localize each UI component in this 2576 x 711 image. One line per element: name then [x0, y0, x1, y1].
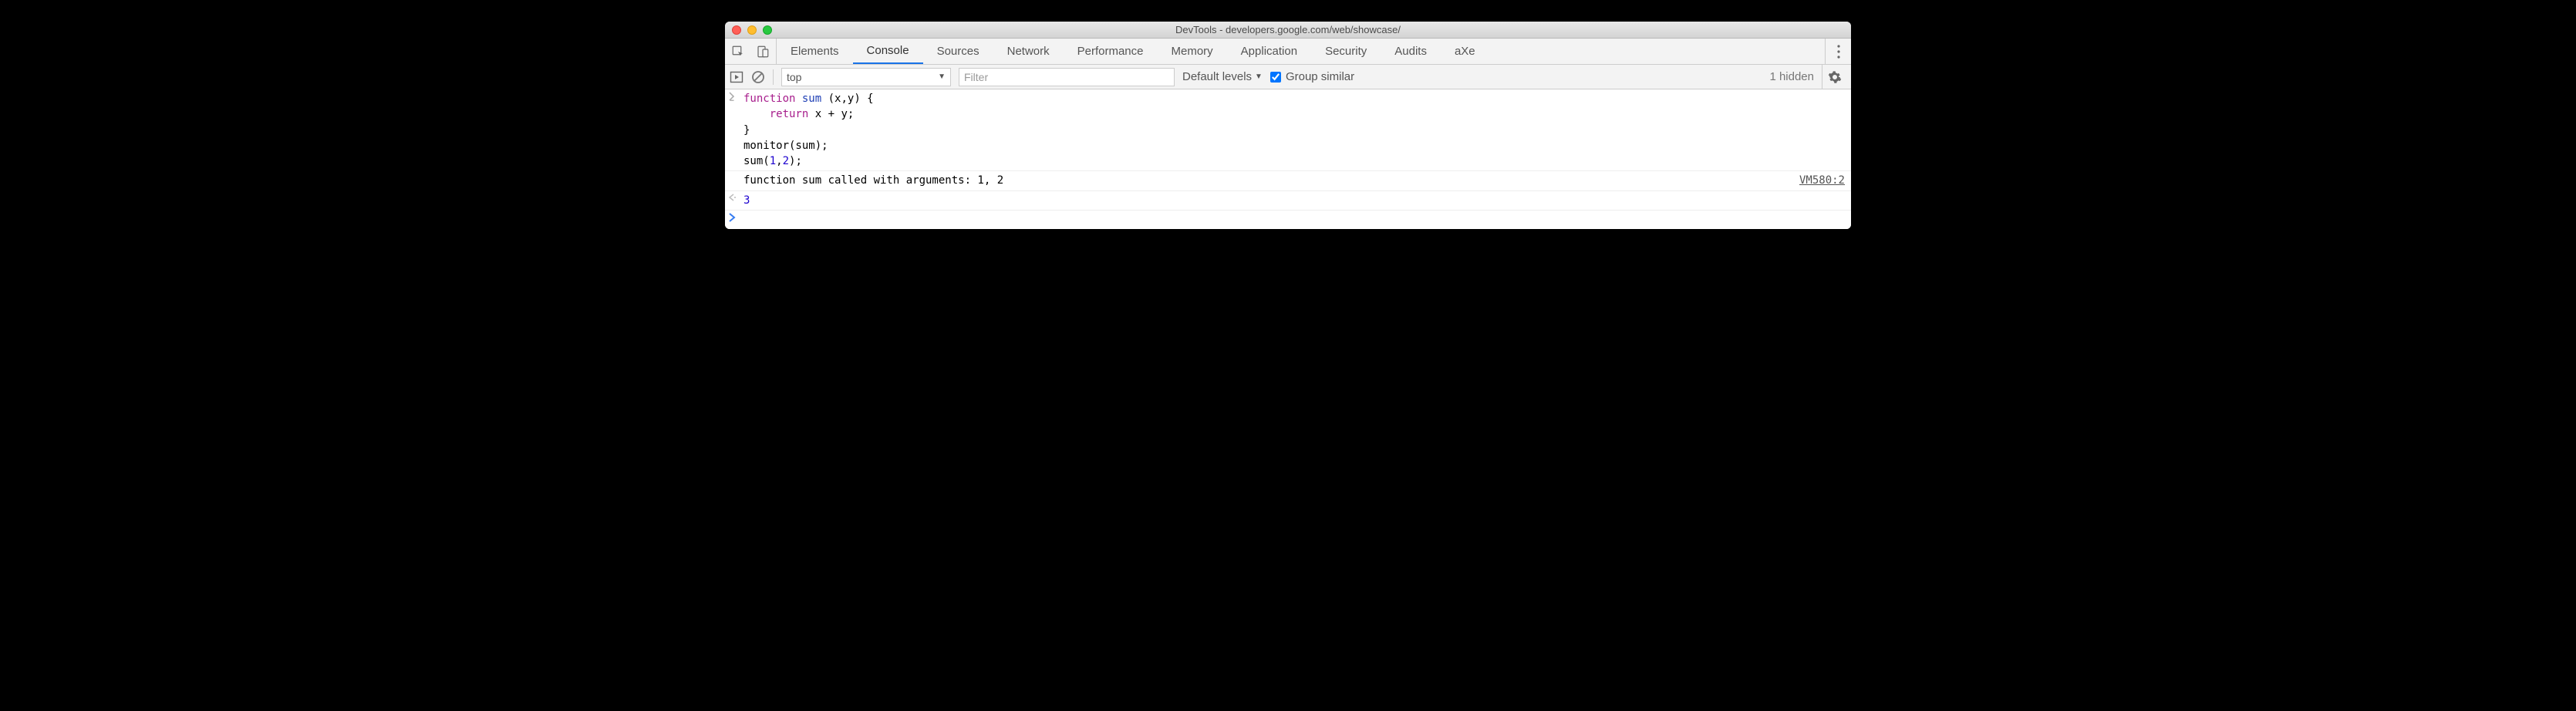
- group-similar-input[interactable]: [1270, 72, 1281, 83]
- log-source-link[interactable]: VM580:2: [1799, 174, 1845, 187]
- panel-tabs: ElementsConsoleSourcesNetworkPerformance…: [725, 39, 1851, 65]
- tab-elements[interactable]: Elements: [777, 39, 853, 64]
- kebab-menu-icon[interactable]: [1825, 39, 1851, 64]
- console-return-row: 3: [725, 191, 1851, 211]
- inspect-icon[interactable]: [731, 45, 745, 59]
- return-value: 3: [743, 193, 1845, 208]
- context-selector[interactable]: top ▼: [781, 68, 951, 86]
- devtools-window: DevTools - developers.google.com/web/sho…: [725, 22, 1851, 229]
- input-marker-icon: [728, 91, 743, 169]
- separator: [773, 69, 774, 85]
- tab-sources[interactable]: Sources: [923, 39, 993, 64]
- return-marker-icon: [728, 193, 743, 208]
- window-title: DevTools - developers.google.com/web/sho…: [725, 24, 1851, 35]
- console-input-row: function sum (x,y) { return x + y; } mon…: [725, 89, 1851, 171]
- tab-security[interactable]: Security: [1311, 39, 1381, 64]
- chevron-down-icon: ▼: [1255, 72, 1263, 81]
- tab-list: ElementsConsoleSourcesNetworkPerformance…: [777, 39, 1489, 64]
- levels-label: Default levels: [1182, 70, 1252, 83]
- group-similar-checkbox[interactable]: Group similar: [1270, 70, 1354, 83]
- settings-gear-icon[interactable]: [1822, 65, 1846, 89]
- tab-axe[interactable]: aXe: [1441, 39, 1489, 64]
- context-value: top: [787, 71, 801, 83]
- device-toggle-icon[interactable]: [756, 45, 770, 59]
- console-body: function sum (x,y) { return x + y; } mon…: [725, 89, 1851, 229]
- log-levels-selector[interactable]: Default levels ▼: [1182, 70, 1263, 83]
- clear-console-icon[interactable]: [751, 70, 765, 84]
- titlebar: DevTools - developers.google.com/web/sho…: [725, 22, 1851, 39]
- prompt-caret-icon: [728, 212, 743, 227]
- console-prompt-row[interactable]: [725, 211, 1851, 229]
- tab-performance[interactable]: Performance: [1064, 39, 1158, 64]
- filter-input[interactable]: [959, 68, 1175, 86]
- log-gutter: [728, 173, 743, 188]
- execution-play-icon[interactable]: [730, 70, 743, 84]
- console-input-code: function sum (x,y) { return x + y; } mon…: [743, 91, 1845, 169]
- group-similar-label: Group similar: [1286, 70, 1354, 83]
- console-log-row: function sum called with arguments: 1, 2…: [725, 171, 1851, 190]
- tab-network[interactable]: Network: [993, 39, 1064, 64]
- tab-audits[interactable]: Audits: [1381, 39, 1441, 64]
- tab-console[interactable]: Console: [853, 39, 923, 64]
- hidden-count[interactable]: 1 hidden: [1769, 70, 1814, 83]
- chevron-down-icon: ▼: [938, 72, 946, 81]
- log-message: function sum called with arguments: 1, 2: [743, 173, 1799, 188]
- tab-application[interactable]: Application: [1227, 39, 1311, 64]
- prompt-input[interactable]: [743, 212, 1845, 227]
- tab-memory[interactable]: Memory: [1158, 39, 1227, 64]
- console-toolbar: top ▼ Default levels ▼ Group similar 1 h…: [725, 65, 1851, 89]
